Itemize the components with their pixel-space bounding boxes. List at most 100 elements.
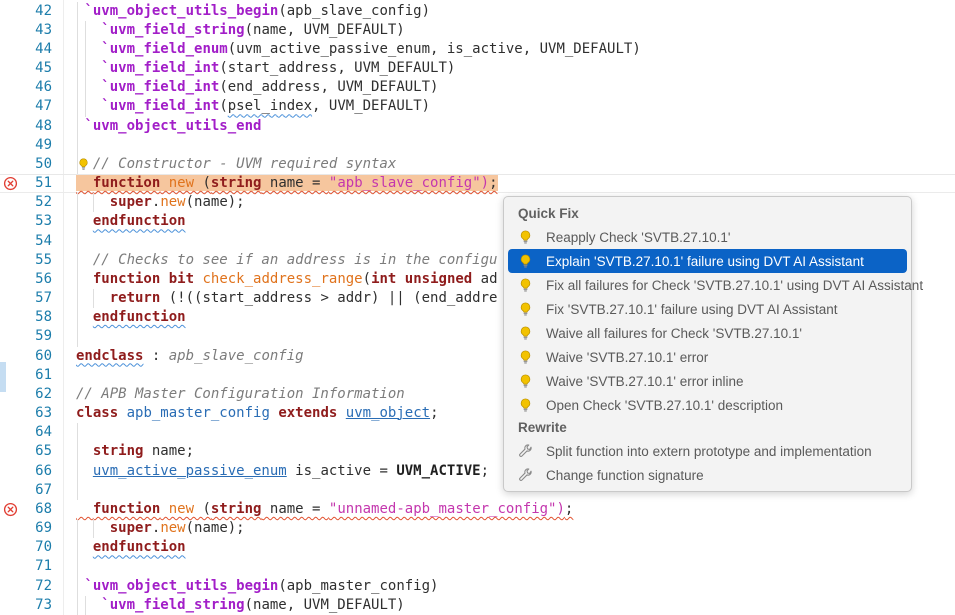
code-content[interactable]: function new (string name = "apb_slave_c…: [76, 174, 498, 193]
code-text: function new (string name = "unnamed-apb…: [76, 501, 573, 517]
code-content[interactable]: `uvm_field_string(name, UVM_DEFAULT): [76, 596, 405, 615]
line-number: 56: [0, 270, 52, 289]
token: super: [110, 520, 152, 536]
line-number: 58: [0, 308, 52, 327]
code-line-49[interactable]: 49: [0, 136, 955, 155]
code-content[interactable]: function new (string name = "unnamed-apb…: [76, 500, 573, 519]
line-number: 57: [0, 289, 52, 308]
token: [337, 405, 345, 421]
code-content[interactable]: endfunction: [76, 538, 186, 557]
token: function: [93, 501, 160, 517]
code-content[interactable]: // Checks to see if an address is in the…: [76, 251, 497, 270]
token: (!((start_address > addr) || (end_addre: [160, 290, 497, 306]
code-content[interactable]: endfunction: [76, 212, 186, 231]
menu-item[interactable]: Split function into extern prototype and…: [508, 439, 907, 463]
code-line-73[interactable]: 73 `uvm_field_string(name, UVM_DEFAULT): [0, 596, 955, 615]
code-line-50[interactable]: 50 // Constructor - UVM required syntax: [0, 155, 955, 174]
code-text: super.new(name);: [76, 520, 245, 536]
code-content[interactable]: `uvm_field_int(psel_index, UVM_DEFAULT): [76, 97, 430, 116]
menu-item[interactable]: Fix 'SVTB.27.10.1' failure using DVT AI …: [508, 297, 907, 321]
code-line-71[interactable]: 71: [0, 557, 955, 576]
token: // APB Master Configuration Information: [76, 386, 405, 402]
code-content[interactable]: uvm_active_passive_enum is_active = UVM_…: [76, 462, 489, 481]
line-number: 49: [0, 136, 52, 155]
token: (apb_slave_config): [278, 3, 430, 19]
menu-item[interactable]: Change function signature: [508, 463, 907, 487]
line-number: 70: [0, 538, 52, 557]
code-line-47[interactable]: 47 `uvm_field_int(psel_index, UVM_DEFAUL…: [0, 97, 955, 116]
code-content[interactable]: // APB Master Configuration Information: [76, 385, 405, 404]
line-number: 42: [0, 2, 52, 21]
menu-item[interactable]: Reapply Check 'SVTB.27.10.1': [508, 225, 907, 249]
code-line-69[interactable]: 69 super.new(name);: [0, 519, 955, 538]
code-line-51[interactable]: 51 function new (string name = "apb_slav…: [0, 174, 955, 193]
code-text: endclass : apb_slave_config: [76, 348, 304, 364]
menu-item[interactable]: Fix all failures for Check 'SVTB.27.10.1…: [508, 273, 907, 297]
token: endfunction: [93, 213, 186, 229]
menu-item[interactable]: Waive 'SVTB.27.10.1' error inline: [508, 369, 907, 393]
line-number: 65: [0, 442, 52, 461]
code-content[interactable]: `uvm_field_int(end_address, UVM_DEFAULT): [76, 78, 438, 97]
code-content[interactable]: `uvm_field_enum(uvm_active_passive_enum,…: [76, 40, 641, 59]
line-number: 64: [0, 423, 52, 442]
line-number: 52: [0, 193, 52, 212]
code-content[interactable]: super.new(name);: [76, 519, 245, 538]
quick-fix-header: Quick Fix: [504, 203, 911, 225]
code-text: `uvm_object_utils_begin(apb_slave_config…: [76, 3, 430, 19]
code-line-43[interactable]: 43 `uvm_field_string(name, UVM_DEFAULT): [0, 21, 955, 40]
menu-item[interactable]: Waive 'SVTB.27.10.1' error: [508, 345, 907, 369]
menu-item[interactable]: Waive all failures for Check 'SVTB.27.10…: [508, 321, 907, 345]
code-content[interactable]: string name;: [76, 442, 194, 461]
code-content[interactable]: `uvm_object_utils_begin(apb_master_confi…: [76, 577, 438, 596]
code-text: endfunction: [76, 309, 186, 325]
token: ad: [472, 271, 497, 287]
code-content[interactable]: return (!((start_address > addr) || (end…: [76, 289, 497, 308]
code-content[interactable]: // Constructor - UVM required syntax: [76, 155, 396, 174]
code-line-48[interactable]: 48 `uvm_object_utils_end: [0, 117, 955, 136]
token: name =: [261, 175, 328, 191]
token: "apb_slave_config"): [329, 175, 489, 191]
code-line-68[interactable]: 68 function new (string name = "unnamed-…: [0, 500, 955, 519]
line-number: 55: [0, 251, 52, 270]
code-content[interactable]: `uvm_object_utils_end: [76, 117, 261, 136]
menu-item[interactable]: Explain 'SVTB.27.10.1' failure using DVT…: [508, 249, 907, 273]
token: (apb_master_config): [278, 578, 438, 594]
code-content[interactable]: `uvm_object_utils_begin(apb_slave_config…: [76, 2, 430, 21]
code-content[interactable]: super.new(name);: [76, 193, 245, 212]
lightbulb-icon: [518, 326, 533, 341]
code-line-45[interactable]: 45 `uvm_field_int(start_address, UVM_DEF…: [0, 59, 955, 78]
code-content[interactable]: `uvm_field_int(start_address, UVM_DEFAUL…: [76, 59, 455, 78]
token: (start_address, UVM_DEFAULT): [219, 60, 455, 76]
code-line-44[interactable]: 44 `uvm_field_enum(uvm_active_passive_en…: [0, 40, 955, 59]
code-line-72[interactable]: 72 `uvm_object_utils_begin(apb_master_co…: [0, 577, 955, 596]
token: super: [110, 194, 152, 210]
code-content[interactable]: class apb_master_config extends uvm_obje…: [76, 404, 439, 423]
menu-item-label: Fix all failures for Check 'SVTB.27.10.1…: [546, 278, 923, 293]
line-number: 72: [0, 577, 52, 596]
code-line-70[interactable]: 70 endfunction: [0, 538, 955, 557]
token: uvm_active_passive_enum: [93, 463, 287, 479]
menu-item[interactable]: Open Check 'SVTB.27.10.1' description: [508, 393, 907, 417]
code-content[interactable]: function bit check_address_range(int uns…: [76, 270, 498, 289]
line-number: 62: [0, 385, 52, 404]
code-text: `uvm_field_string(name, UVM_DEFAULT): [76, 597, 405, 613]
code-content[interactable]: endfunction: [76, 308, 186, 327]
wrench-icon: [518, 468, 533, 483]
token: (: [219, 98, 227, 114]
code-text: `uvm_field_string(name, UVM_DEFAULT): [76, 22, 405, 38]
token: `uvm_field_string: [101, 597, 244, 613]
line-number: 63: [0, 404, 52, 423]
code-text: string name;: [76, 443, 194, 459]
token: apb_slave_config: [169, 348, 304, 364]
code-line-42[interactable]: 42 `uvm_object_utils_begin(apb_slave_con…: [0, 2, 955, 21]
token: (uvm_active_passive_enum, is_active, UVM…: [228, 41, 641, 57]
code-line-46[interactable]: 46 `uvm_field_int(end_address, UVM_DEFAU…: [0, 78, 955, 97]
line-number: 47: [0, 97, 52, 116]
menu-item-label: Waive 'SVTB.27.10.1' error: [546, 350, 708, 365]
code-content[interactable]: endclass : apb_slave_config: [76, 347, 304, 366]
code-text: // Checks to see if an address is in the…: [76, 252, 497, 268]
token: (name);: [186, 520, 245, 536]
code-content[interactable]: `uvm_field_string(name, UVM_DEFAULT): [76, 21, 405, 40]
lightbulb-icon: [518, 254, 533, 269]
token: uvm_object: [346, 405, 430, 421]
